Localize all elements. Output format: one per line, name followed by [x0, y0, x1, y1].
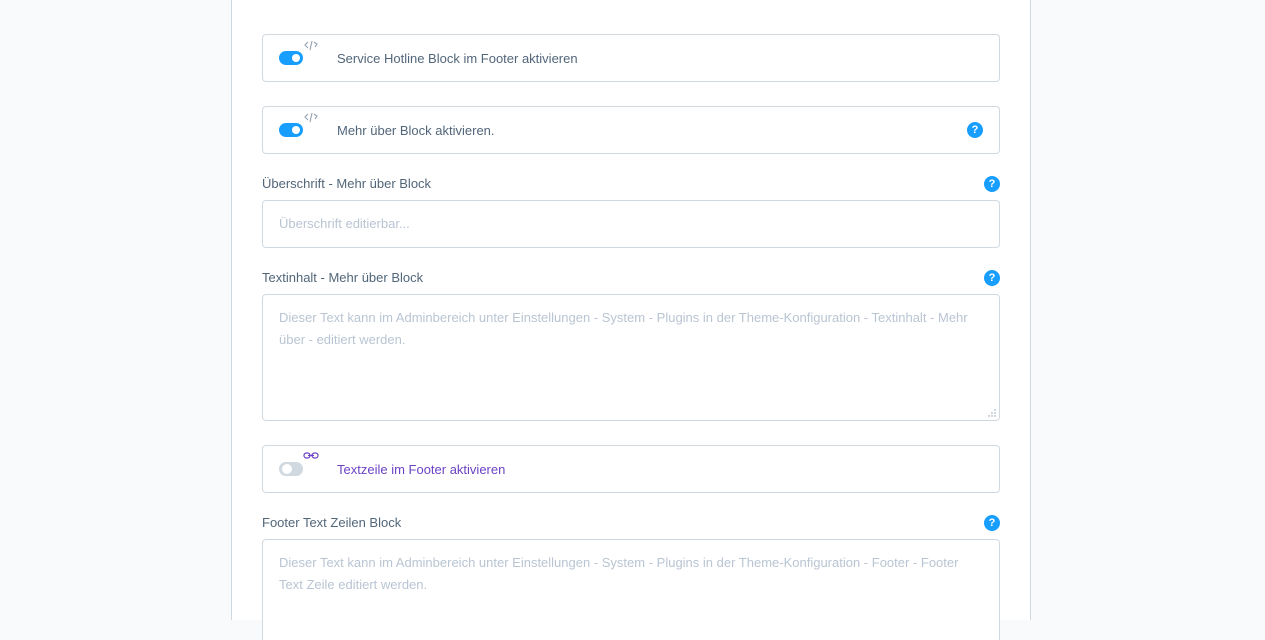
- footer-text-placeholder-line2: Text Zeile editiert werden.: [279, 577, 428, 592]
- hotline-toggle-field: Service Hotline Block im Footer aktivier…: [262, 34, 1000, 82]
- mehr-ueber-toggle-field: Mehr über Block aktivieren. ?: [262, 106, 1000, 154]
- footer-text-placeholder-line1: Dieser Text kann im Adminbereich unter E…: [279, 555, 959, 570]
- hotline-toggle-label: Service Hotline Block im Footer aktivier…: [337, 51, 578, 66]
- mehr-ueber-toggle[interactable]: [279, 123, 303, 137]
- ueberschrift-label: Überschrift - Mehr über Block: [262, 176, 432, 191]
- toggle-knob: [282, 464, 292, 474]
- toggle-knob: [292, 54, 300, 62]
- help-icon[interactable]: ?: [984, 270, 1000, 286]
- ueberschrift-placeholder: Überschrift editierbar...: [279, 216, 410, 231]
- help-icon[interactable]: ?: [967, 122, 983, 138]
- textzeile-toggle-field: Textzeile im Footer aktivieren: [262, 445, 1000, 493]
- mehr-ueber-toggle-label: Mehr über Block aktivieren.: [337, 123, 495, 138]
- footer-text-textarea[interactable]: Dieser Text kann im Adminbereich unter E…: [262, 539, 1000, 640]
- linked-inheritance-icon[interactable]: [303, 451, 319, 462]
- textinhalt-label: Textinhalt - Mehr über Block: [262, 270, 424, 285]
- help-icon[interactable]: ?: [984, 176, 1000, 192]
- toggle-knob: [292, 126, 300, 134]
- footer-text-label: Footer Text Zeilen Block: [262, 515, 402, 530]
- hotline-toggle[interactable]: [279, 51, 303, 65]
- help-icon[interactable]: ?: [984, 515, 1000, 531]
- textinhalt-placeholder-line2: über - editiert werden.: [279, 332, 406, 347]
- textzeile-toggle-label: Textzeile im Footer aktivieren: [337, 462, 506, 477]
- resize-handle-icon[interactable]: [988, 409, 996, 417]
- textinhalt-textarea[interactable]: Dieser Text kann im Adminbereich unter E…: [262, 294, 1000, 421]
- textzeile-toggle[interactable]: [279, 462, 303, 476]
- unlinked-inheritance-icon[interactable]: [303, 112, 319, 123]
- unlinked-inheritance-icon[interactable]: [303, 40, 319, 51]
- textinhalt-placeholder-line1: Dieser Text kann im Adminbereich unter E…: [279, 310, 968, 325]
- ueberschrift-input[interactable]: Überschrift editierbar...: [262, 200, 1000, 248]
